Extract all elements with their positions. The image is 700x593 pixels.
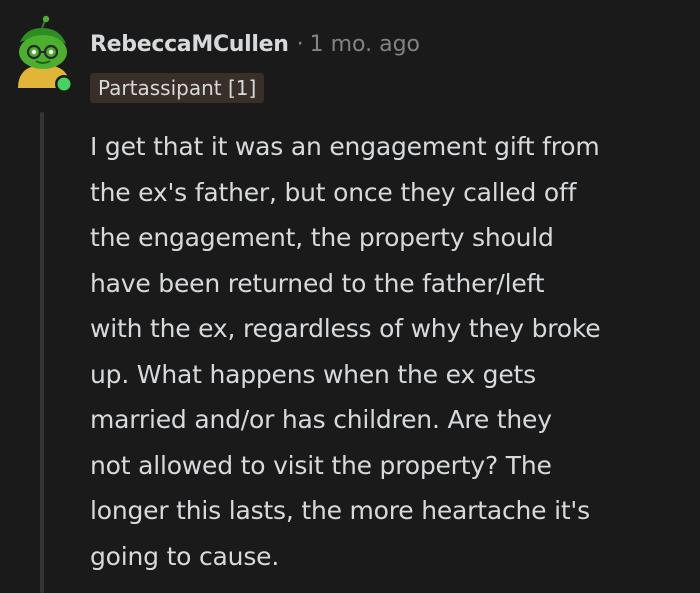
thread-collapse-line[interactable] bbox=[40, 112, 44, 593]
timestamp[interactable]: 1 mo. ago bbox=[310, 32, 420, 57]
comment-body-line: going to cause. bbox=[90, 541, 280, 571]
comment-body-line: I get that it was an engagement gift fro… bbox=[90, 132, 600, 161]
username-link[interactable]: RebeccaMCullen bbox=[90, 32, 289, 57]
avatar[interactable] bbox=[12, 14, 78, 94]
comment-body-line: with the ex, regardless of why they brok… bbox=[90, 314, 601, 343]
comment-body-line: not allowed to visit the property? The bbox=[90, 450, 552, 480]
online-status-icon bbox=[57, 77, 71, 91]
meta-separator: · bbox=[296, 31, 304, 57]
comment-body-line: married and/or has children. Are they bbox=[90, 405, 552, 434]
comment-body: I get that it was an engagement gift fro… bbox=[90, 124, 690, 579]
comment-body-line: up. What happens when the ex gets bbox=[90, 359, 536, 389]
user-flair: Partassipant [1] bbox=[90, 73, 265, 103]
comment: RebeccaMCullen · 1 mo. ago Partassipant … bbox=[0, 0, 700, 593]
comment-body-line: the ex's father, but once they called of… bbox=[90, 177, 577, 207]
comment-body-line: the engagement, the property should bbox=[90, 223, 554, 252]
comment-body-line: have been returned to the father/left bbox=[90, 268, 545, 298]
comment-body-line: longer this lasts, the more heartache it… bbox=[90, 496, 590, 525]
comment-meta: RebeccaMCullen · 1 mo. ago bbox=[90, 28, 420, 60]
snoo-avatar-icon bbox=[18, 15, 73, 93]
